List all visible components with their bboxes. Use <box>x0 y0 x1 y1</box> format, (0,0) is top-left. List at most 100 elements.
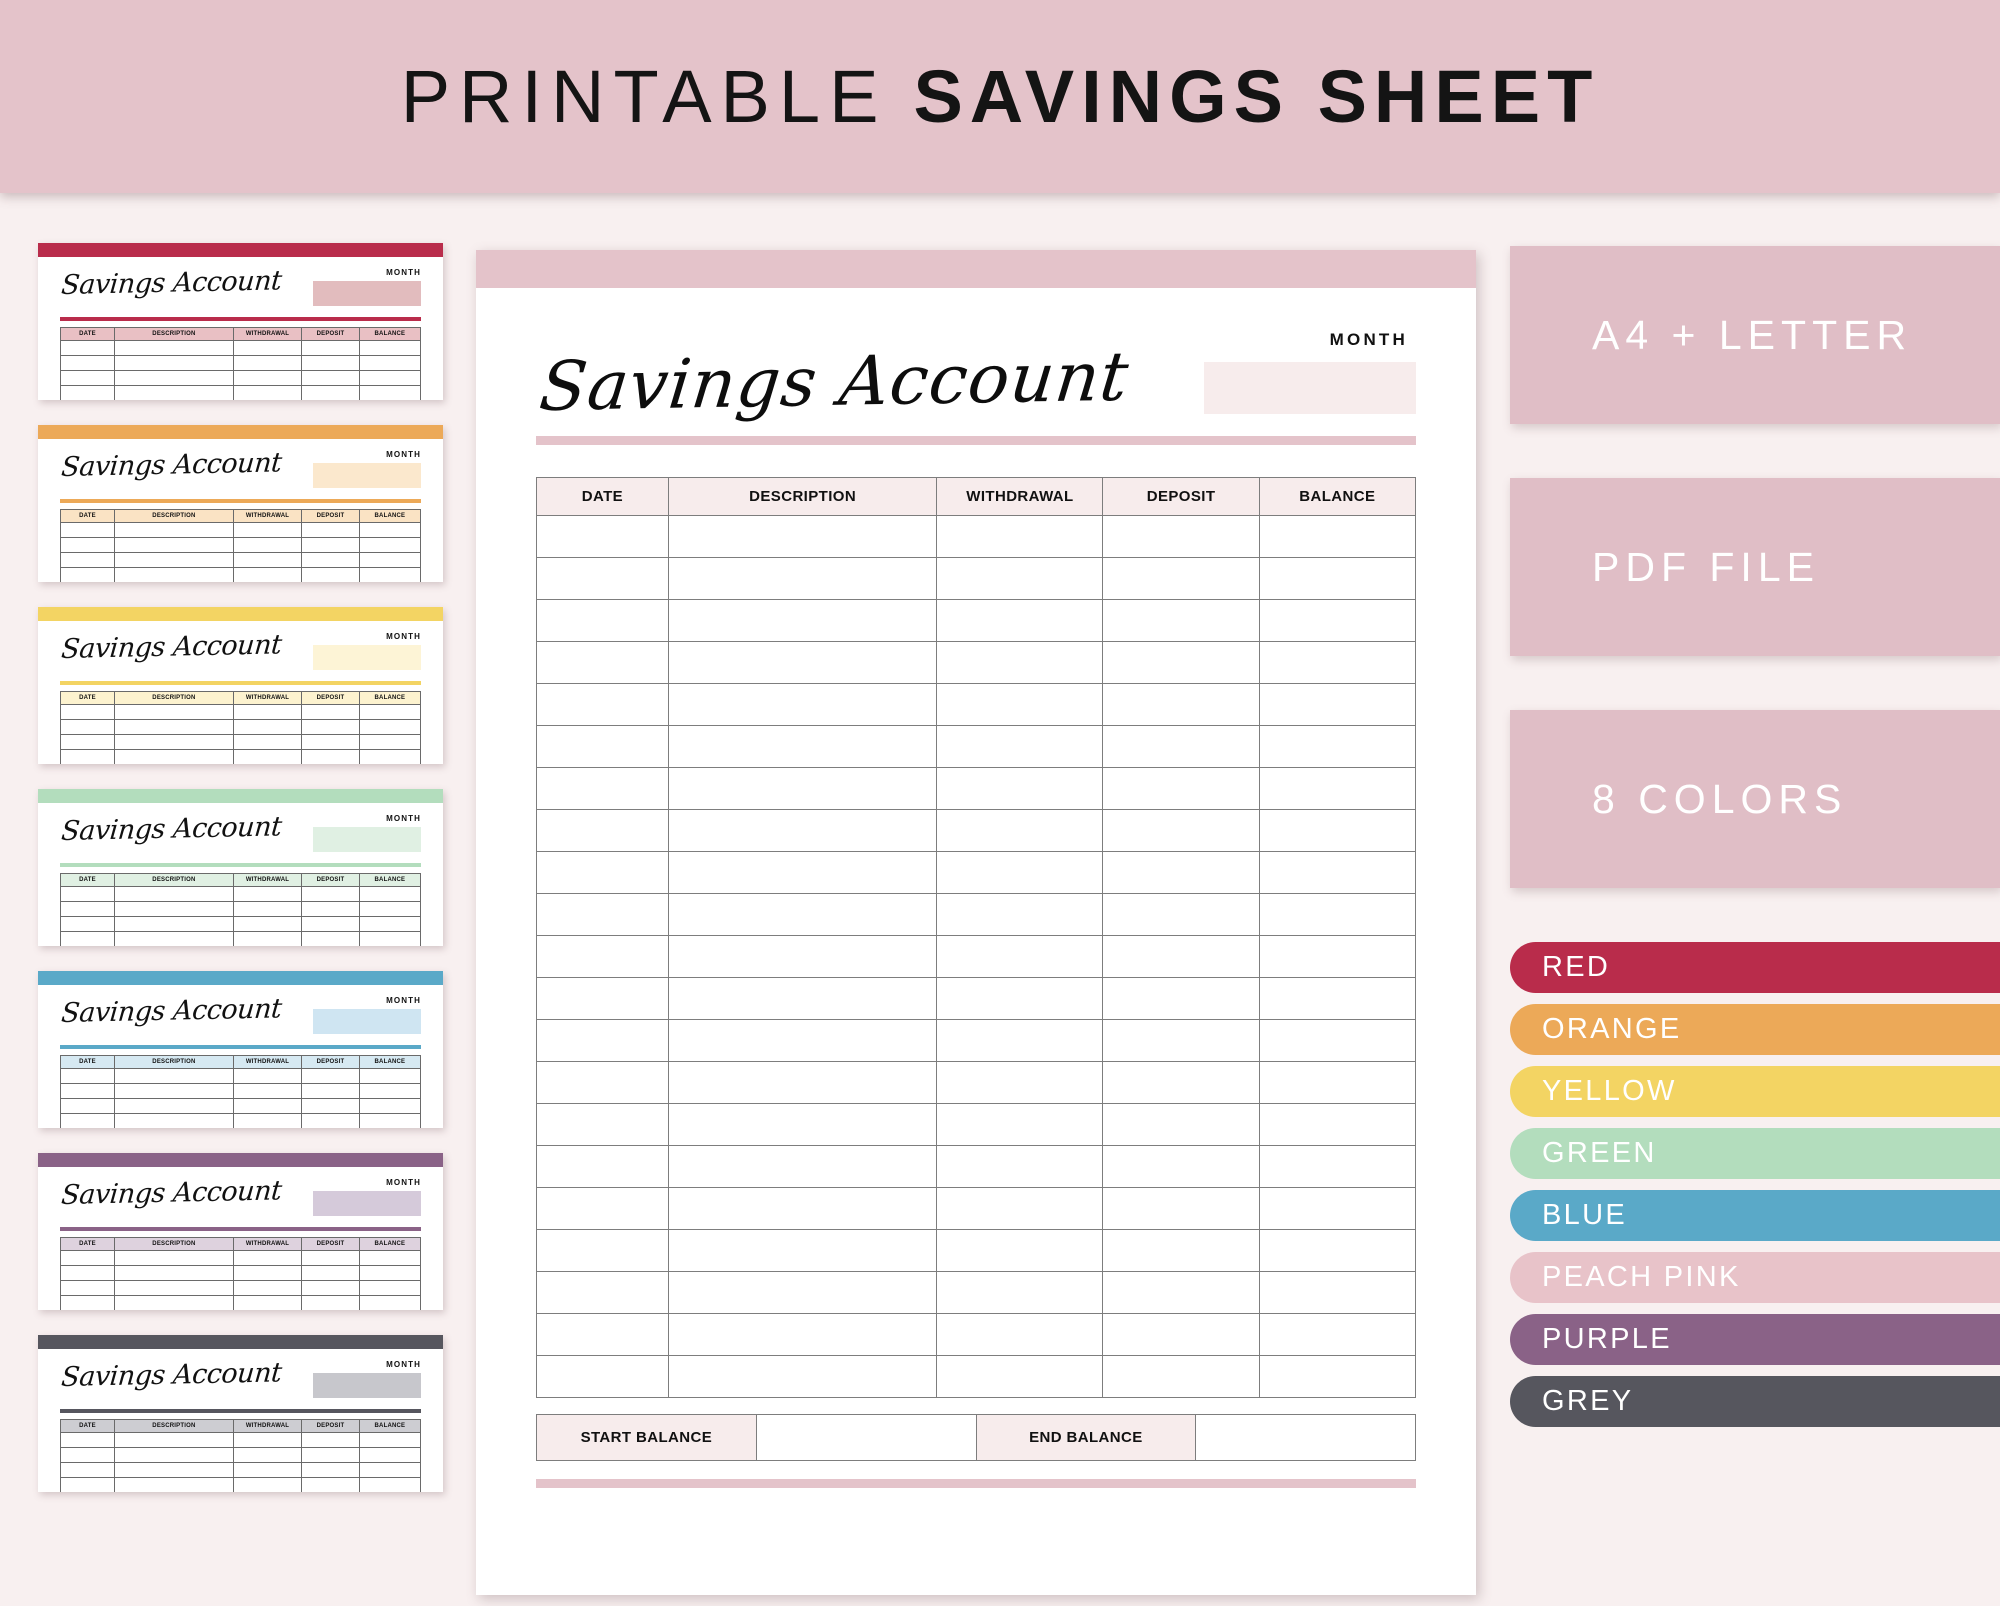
table-cell[interactable] <box>536 725 669 768</box>
table-cell[interactable] <box>936 515 1104 558</box>
thumbnail-card-yellow[interactable]: Savings Account MONTH DATE DESCRIPTION WITHD… <box>38 607 443 764</box>
table-cell[interactable] <box>1258 1145 1417 1188</box>
table-cell[interactable] <box>1102 1103 1260 1146</box>
table-cell[interactable] <box>536 1271 669 1314</box>
table-cell[interactable] <box>936 1061 1104 1104</box>
table-cell[interactable] <box>1102 641 1260 684</box>
table-cell[interactable] <box>936 851 1104 894</box>
table-cell[interactable] <box>1102 1187 1260 1230</box>
table-cell[interactable] <box>536 1061 669 1104</box>
table-cell[interactable] <box>667 641 938 684</box>
table-cell[interactable] <box>1258 1103 1417 1146</box>
table-cell[interactable] <box>1258 1187 1417 1230</box>
table-cell[interactable] <box>936 599 1104 642</box>
table-cell[interactable] <box>536 515 669 558</box>
table-cell[interactable] <box>536 809 669 852</box>
thumbnail-card-orange[interactable]: Savings Account MONTH DATE DESCRIPTION WITHD… <box>38 425 443 582</box>
table-cell[interactable] <box>536 935 669 978</box>
table-cell[interactable] <box>667 1061 938 1104</box>
table-cell[interactable] <box>667 1313 938 1356</box>
thumbnail-card-green[interactable]: Savings Account MONTH DATE DESCRIPTION WITHD… <box>38 789 443 946</box>
table-cell[interactable] <box>536 1313 669 1356</box>
table-cell[interactable] <box>936 1187 1104 1230</box>
table-cell[interactable] <box>536 599 669 642</box>
color-swatch-blue[interactable]: BLUE <box>1510 1190 2000 1241</box>
table-cell[interactable] <box>667 935 938 978</box>
table-cell[interactable] <box>1102 557 1260 600</box>
table-cell[interactable] <box>667 725 938 768</box>
table-cell[interactable] <box>936 893 1104 936</box>
table-cell[interactable] <box>1258 557 1417 600</box>
table-cell[interactable] <box>1258 1061 1417 1104</box>
table-cell[interactable] <box>536 1103 669 1146</box>
table-cell[interactable] <box>1258 767 1417 810</box>
color-swatch-grey[interactable]: GREY <box>1510 1376 2000 1427</box>
sheet-month-input[interactable] <box>1204 362 1416 414</box>
color-swatch-purple[interactable]: PURPLE <box>1510 1314 2000 1365</box>
table-cell[interactable] <box>936 809 1104 852</box>
table-cell[interactable] <box>1102 1271 1260 1314</box>
color-swatch-red[interactable]: RED <box>1510 942 2000 993</box>
table-cell[interactable] <box>936 1355 1104 1398</box>
table-cell[interactable] <box>1258 851 1417 894</box>
table-cell[interactable] <box>936 1229 1104 1272</box>
start-balance-input[interactable] <box>755 1414 977 1461</box>
table-cell[interactable] <box>667 683 938 726</box>
color-swatch-yellow[interactable]: YELLOW <box>1510 1066 2000 1117</box>
table-cell[interactable] <box>1102 935 1260 978</box>
thumbnail-card-purple[interactable]: Savings Account MONTH DATE DESCRIPTION WITHD… <box>38 1153 443 1310</box>
table-cell[interactable] <box>667 1229 938 1272</box>
table-cell[interactable] <box>936 1313 1104 1356</box>
table-cell[interactable] <box>667 1271 938 1314</box>
table-cell[interactable] <box>1258 1313 1417 1356</box>
table-cell[interactable] <box>1102 767 1260 810</box>
table-cell[interactable] <box>1102 1061 1260 1104</box>
table-cell[interactable] <box>936 977 1104 1020</box>
table-cell[interactable] <box>936 935 1104 978</box>
table-cell[interactable] <box>936 1103 1104 1146</box>
table-cell[interactable] <box>536 851 669 894</box>
table-cell[interactable] <box>936 725 1104 768</box>
color-swatch-green[interactable]: GREEN <box>1510 1128 2000 1179</box>
table-cell[interactable] <box>667 977 938 1020</box>
table-cell[interactable] <box>1258 683 1417 726</box>
table-cell[interactable] <box>667 1019 938 1062</box>
table-cell[interactable] <box>536 893 669 936</box>
table-cell[interactable] <box>1102 599 1260 642</box>
table-cell[interactable] <box>1258 893 1417 936</box>
table-cell[interactable] <box>1102 725 1260 768</box>
table-cell[interactable] <box>536 557 669 600</box>
table-cell[interactable] <box>1258 1355 1417 1398</box>
table-cell[interactable] <box>667 557 938 600</box>
table-cell[interactable] <box>1102 851 1260 894</box>
table-cell[interactable] <box>1102 1145 1260 1188</box>
table-cell[interactable] <box>1258 515 1417 558</box>
table-cell[interactable] <box>1258 1229 1417 1272</box>
table-cell[interactable] <box>667 515 938 558</box>
table-cell[interactable] <box>1258 935 1417 978</box>
table-cell[interactable] <box>536 1355 669 1398</box>
table-cell[interactable] <box>536 1229 669 1272</box>
table-cell[interactable] <box>936 557 1104 600</box>
table-cell[interactable] <box>1258 809 1417 852</box>
thumbnail-card-red[interactable]: Savings Account MONTH DATE DESCRIPTION WITHD… <box>38 243 443 400</box>
table-cell[interactable] <box>667 1355 938 1398</box>
table-cell[interactable] <box>667 767 938 810</box>
table-cell[interactable] <box>1258 641 1417 684</box>
table-cell[interactable] <box>936 767 1104 810</box>
table-cell[interactable] <box>536 1145 669 1188</box>
table-cell[interactable] <box>936 641 1104 684</box>
table-cell[interactable] <box>667 599 938 642</box>
table-cell[interactable] <box>536 767 669 810</box>
table-cell[interactable] <box>667 1187 938 1230</box>
table-cell[interactable] <box>1102 683 1260 726</box>
table-cell[interactable] <box>1102 977 1260 1020</box>
table-cell[interactable] <box>667 1103 938 1146</box>
thumbnail-card-grey[interactable]: Savings Account MONTH DATE DESCRIPTION WITHD… <box>38 1335 443 1492</box>
table-cell[interactable] <box>936 1145 1104 1188</box>
table-cell[interactable] <box>536 1019 669 1062</box>
table-cell[interactable] <box>936 683 1104 726</box>
table-cell[interactable] <box>536 1187 669 1230</box>
table-cell[interactable] <box>667 1145 938 1188</box>
color-swatch-peach-pink[interactable]: PEACH PINK <box>1510 1252 2000 1303</box>
